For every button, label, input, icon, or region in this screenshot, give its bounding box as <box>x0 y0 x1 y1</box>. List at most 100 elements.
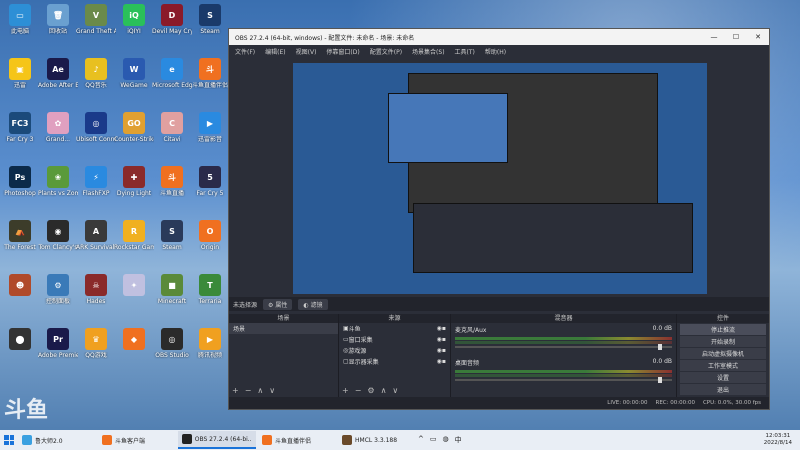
desktop-icon[interactable]: ⚙ 控制面板 <box>38 274 78 305</box>
app-icon: ❀ <box>47 166 69 188</box>
desktop-icon[interactable]: ✦ <box>114 274 154 298</box>
desktop-icon[interactable]: 🗑 回收站 <box>38 4 78 35</box>
desktop-icon[interactable]: ❀ Plants vs Zombies <box>38 166 78 197</box>
desktop-icon-label: Hades <box>86 298 106 305</box>
close-button[interactable]: ✕ <box>747 33 769 41</box>
desktop-icon[interactable]: A ARK Survival Evolved <box>76 220 116 251</box>
desktop-icon[interactable]: ▶ 迅雷影音 <box>190 112 230 143</box>
lock-icon[interactable]: ▪ <box>442 358 446 365</box>
obs-window[interactable]: OBS 27.2.4 (64-bit, windows) - 配置文件: 未命名… <box>228 28 770 410</box>
desktop-icon[interactable]: e Microsoft Edge <box>152 58 192 89</box>
desktop-icon[interactable]: D Devil May Cry 5 <box>152 4 192 35</box>
control-button[interactable]: 设置 <box>680 372 766 383</box>
minimize-button[interactable]: — <box>703 33 725 41</box>
menu-item[interactable]: 工具(T) <box>455 47 475 56</box>
app-icon: ▶ <box>199 112 221 134</box>
obs-preview[interactable] <box>293 63 707 294</box>
desktop-icon-label: 此电脑 <box>10 28 29 35</box>
source-item[interactable]: ▣ 斗鱼 ◉ ▪ <box>339 323 450 334</box>
desktop-icon[interactable]: Pr Adobe Premiere <box>38 328 78 359</box>
desktop-icon[interactable]: ✿ Grand... <box>38 112 78 143</box>
volume-slider[interactable] <box>455 377 672 383</box>
desktop-icon[interactable]: iQ iQIYI <box>114 4 154 35</box>
desktop-icon[interactable]: ◆ <box>114 328 154 352</box>
volume-slider[interactable] <box>455 344 672 350</box>
start-button[interactable] <box>0 431 18 449</box>
desktop-icon[interactable]: 斗斗鱼直播 <box>152 166 192 197</box>
desktop-icon[interactable]: Ps Photoshop <box>0 166 40 197</box>
control-button[interactable]: 退出 <box>680 384 766 395</box>
taskbar-item[interactable]: OBS 27.2.4 (64-bi... <box>178 431 256 449</box>
menu-item[interactable]: 帮助(H) <box>485 47 506 56</box>
desktop-icon[interactable]: ◎ OBS Studio <box>152 328 192 359</box>
obs-title-bar[interactable]: OBS 27.2.4 (64-bit, windows) - 配置文件: 未命名… <box>229 29 769 45</box>
desktop-icon[interactable]: 斗斗鱼直播伴侣 <box>190 58 230 89</box>
desktop-icon[interactable]: ■ Minecraft <box>152 274 192 305</box>
control-button[interactable]: 停止推流 <box>680 324 766 335</box>
clock[interactable]: 12:03:31 2022/8/14 <box>764 433 800 447</box>
menu-item[interactable]: 配置文件(P) <box>370 47 402 56</box>
desktop-icon[interactable]: V Grand Theft Auto V <box>76 4 116 35</box>
desktop-icon[interactable]: S Steam <box>152 220 192 251</box>
taskbar-item[interactable]: 斗鱼直播伴侣 <box>258 431 336 449</box>
desktop-icon[interactable]: FC3 Far Cry 3 <box>0 112 40 143</box>
source-item[interactable]: ▢ 显示器采集 ◉ ▪ <box>339 356 450 367</box>
desktop-icon[interactable]: S Steam <box>190 4 230 35</box>
desktop-icon[interactable]: ◎ Ubisoft Connect <box>76 112 116 143</box>
menu-item[interactable]: 停靠窗口(D) <box>326 47 359 56</box>
desktop-icon-label: Grand Theft Auto V <box>76 28 116 35</box>
menu-item[interactable]: 视图(V) <box>296 47 317 56</box>
desktop-icon[interactable]: ⛺ The Forest <box>0 220 40 251</box>
sources-toolbar[interactable]: +−⚙∧∨ <box>342 386 404 395</box>
desktop-icon-label: Tom Clancy's <box>38 244 78 251</box>
desktop-icon[interactable]: W WeGame <box>114 58 154 89</box>
desktop-icon[interactable]: 5 Far Cry 5 <box>190 166 230 197</box>
control-button[interactable]: 启动虚拟摄像机 <box>680 348 766 359</box>
desktop-icon[interactable]: O Origin <box>190 220 230 251</box>
desktop-icon[interactable]: ⚡ FlashFXP <box>76 166 116 197</box>
desktop-icon[interactable]: ✚ Dying Light <box>114 166 154 197</box>
tray-icon[interactable]: ^ <box>418 435 424 445</box>
mixer-channel-name: 桌面音频 <box>455 360 480 367</box>
menu-item[interactable]: 场景集合(S) <box>412 47 445 56</box>
desktop-icon[interactable]: ◉ Tom Clancy's <box>38 220 78 251</box>
control-button[interactable]: 工作室模式 <box>680 360 766 371</box>
tray-icon[interactable]: ◍ <box>443 435 449 445</box>
lock-icon[interactable]: ▪ <box>442 347 446 354</box>
desktop-icon[interactable]: ♛ QQ游戏 <box>76 328 116 359</box>
menu-item[interactable]: 文件(F) <box>235 47 255 56</box>
taskbar-item[interactable]: 鲁大师2.0 <box>18 431 96 449</box>
desktop-icon[interactable]: ▣ 迅雷 <box>0 58 40 89</box>
desktop-icon[interactable]: ♪ QQ音乐 <box>76 58 116 89</box>
scene-item[interactable]: 场景 <box>229 323 338 334</box>
filters-button[interactable]: ◐ 滤镜 <box>298 298 328 310</box>
source-toolbar: 未选择源 ⚙ 属性 ◐ 滤镜 <box>229 297 769 311</box>
desktop-icon[interactable]: ▭ 此电脑 <box>0 4 40 35</box>
desktop-icon[interactable]: T Terraria <box>190 274 230 305</box>
app-icon: ⬤ <box>9 328 31 350</box>
desktop-icon[interactable]: GO Counter-Strike Global Offensive <box>114 112 154 143</box>
controls-list: 停止推流 开始录制 启动虚拟摄像机 工作室模式 设置 退出 <box>677 324 769 395</box>
desktop-icon[interactable]: R Rockstar Games <box>114 220 154 251</box>
maximize-button[interactable]: ☐ <box>725 33 747 41</box>
taskbar-item[interactable]: HMCL 3.3.188 <box>338 431 416 449</box>
menu-item[interactable]: 编辑(E) <box>265 47 285 56</box>
desktop-icon[interactable]: Ae Adobe After Effects 2020 <box>38 58 78 89</box>
taskbar-item[interactable]: 斗鱼客户端 <box>98 431 176 449</box>
desktop-icon[interactable]: ☻ <box>0 274 40 298</box>
desktop-icon[interactable]: ⬤ <box>0 328 40 352</box>
lock-icon[interactable]: ▪ <box>442 325 446 332</box>
desktop-icon[interactable]: C Citavi <box>152 112 192 143</box>
lock-icon[interactable]: ▪ <box>442 336 446 343</box>
desktop-icon[interactable]: ▶ 腾讯视频 <box>190 328 230 359</box>
desktop-icon[interactable]: ☠ Hades <box>76 274 116 305</box>
tray-icon[interactable]: ▭ <box>430 435 437 445</box>
volume-meter <box>455 337 672 340</box>
control-button[interactable]: 开始录制 <box>680 336 766 347</box>
taskbar-item-label: 鲁大师2.0 <box>35 437 63 445</box>
source-item[interactable]: ◎ 游戏源 ◉ ▪ <box>339 345 450 356</box>
scenes-toolbar[interactable]: +−∧∨ <box>232 386 281 395</box>
properties-button[interactable]: ⚙ 属性 <box>263 298 293 310</box>
source-item[interactable]: ▭ 窗口采集 ◉ ▪ <box>339 334 450 345</box>
tray-icon[interactable]: 中 <box>455 435 462 445</box>
